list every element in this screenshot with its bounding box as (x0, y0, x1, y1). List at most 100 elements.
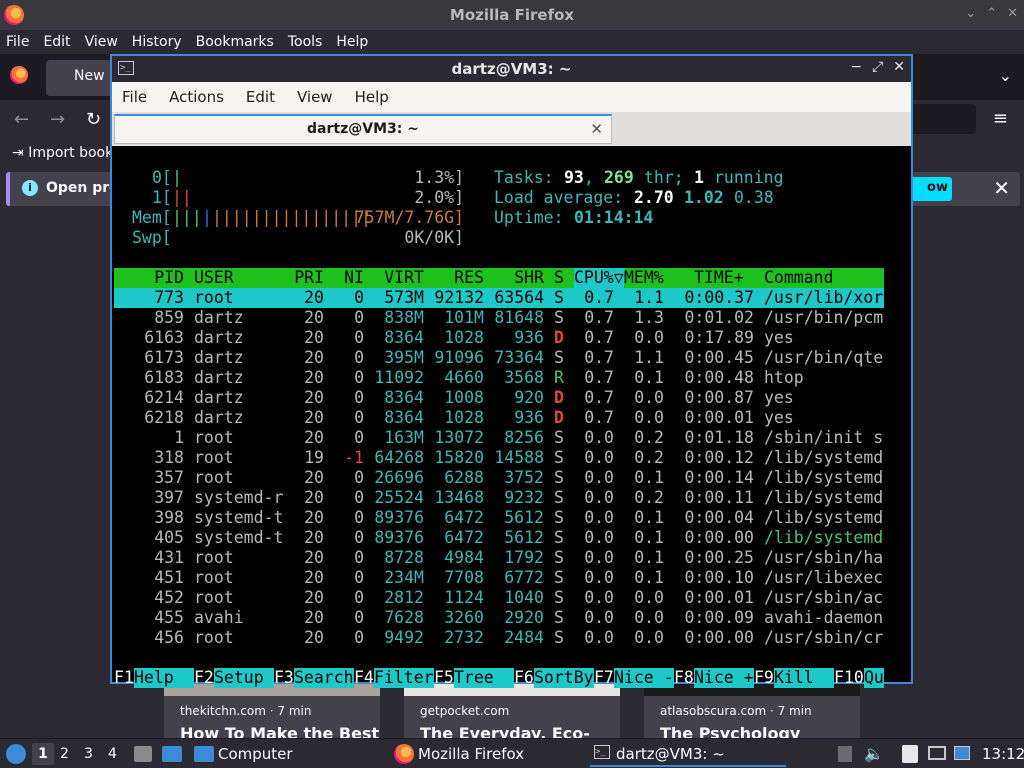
list-all-tabs-chevron-icon[interactable]: ⌄ (999, 66, 1012, 85)
process-row[interactable]: 6163 dartz 20 0 8364 1028 936 D 0.7 0.0 0:17.89 yes (114, 328, 884, 348)
process-row[interactable]: 431 root 20 0 8728 4984 1792 S 0.0 0.1 0:00.25/usr… (114, 548, 884, 568)
cell-s: S (554, 508, 564, 527)
clipboard-icon[interactable] (902, 745, 918, 763)
fkey-label: Tree (454, 668, 514, 688)
menu-edit[interactable]: Edit (43, 34, 70, 50)
terminal-tabbar: dartz@VM3: ~ ✕ (112, 112, 911, 146)
taskbar-item-computer[interactable]: Computer (194, 743, 384, 767)
maximize-icon[interactable]: ⌃ (986, 6, 997, 21)
story-card[interactable]: thekitchn.com · 7 min How To Make the Be… (164, 684, 380, 738)
forward-arrow-icon[interactable]: → (50, 109, 65, 130)
process-row[interactable]: 6218 dartz 20 0 8364 1028 936 D 0.7 0.0 0:00.01 yes (114, 408, 884, 428)
network-icon[interactable] (928, 746, 946, 760)
terminal-tab-close-icon[interactable]: ✕ (590, 120, 603, 138)
menu-view[interactable]: View (85, 34, 118, 50)
maximize-icon[interactable]: ⤢ (872, 59, 883, 75)
process-table-header: PID USER PRI NI VIRT RES SHR S CPU%▽ MEM… (114, 268, 884, 288)
fkey-f10[interactable]: F10 Qu (834, 668, 884, 688)
terminal-menu-edit[interactable]: Edit (246, 88, 275, 106)
fkey-f2[interactable]: F2 Setup (194, 668, 274, 688)
fkey-f5[interactable]: F5 Tree (434, 668, 514, 688)
fkey-label: Setup (214, 668, 274, 688)
hamburger-menu-icon[interactable]: ≡ (993, 108, 1008, 129)
menu-history[interactable]: History (132, 34, 182, 50)
col-pri[interactable]: PRI (284, 268, 324, 288)
story-card[interactable]: atlasobscura.com · 7 min The Psychology (644, 684, 860, 738)
htop-screen[interactable]: 0[ | 1.3%] 1[ || 2.0%] Mem[ ||| | ||||||… (114, 148, 909, 688)
process-row[interactable]: 1 root 20 0 163M 13072 8256 S 0.0 0.2 0:01.18/sbin… (114, 428, 884, 448)
volume-icon[interactable]: 🔈 (864, 744, 884, 763)
cell-cpu: 0.0 (584, 628, 614, 647)
menu-bookmarks[interactable]: Bookmarks (196, 34, 274, 50)
fkey-f8[interactable]: F8 Nice + (674, 668, 754, 688)
close-icon[interactable]: ✕ (1007, 6, 1018, 21)
workspace-4[interactable]: 4 (108, 746, 117, 762)
uptime-label: Uptime: (494, 208, 564, 227)
menu-tools[interactable]: Tools (288, 34, 323, 50)
infobar-action-button[interactable]: ow (910, 177, 952, 201)
workspace-3[interactable]: 3 (84, 746, 93, 762)
fkey-f1[interactable]: F1 Help (114, 668, 194, 688)
scroll-indicator-icon[interactable] (838, 746, 852, 762)
process-row[interactable]: 859 dartz 20 0 838M 101M 81648 S 0.7 1.3 0:01.02/u… (114, 308, 884, 328)
col-mem[interactable]: MEM% (624, 268, 664, 288)
terminal-menu-help[interactable]: Help (355, 88, 389, 106)
col-ni[interactable]: NI (334, 268, 364, 288)
terminal-titlebar[interactable]: >_ dartz@VM3: ~ − ⤢ ✕ (112, 56, 911, 82)
process-row[interactable]: 357 root 20 0 26696 6288 3752 S 0.0 0.1 0:00.14/li… (114, 468, 884, 488)
import-bookmarks-link[interactable]: ⇥ Import book (12, 145, 113, 161)
terminal-tab[interactable]: dartz@VM3: ~ ✕ (114, 114, 612, 144)
minimize-icon[interactable]: ⌄ (965, 6, 976, 21)
process-row[interactable]: 456 root 20 0 9492 2732 2484 S 0.0 0.0 0:00.00/usr… (114, 628, 884, 648)
minimize-icon[interactable]: − (850, 59, 862, 75)
menu-file[interactable]: File (6, 34, 29, 50)
col-virt[interactable]: VIRT (364, 268, 424, 288)
tab-new-tab[interactable]: New (46, 60, 116, 96)
process-row[interactable]: 773 root 20 0 573M 92132 63564 S 0.7 1.1 0:00.37/u… (114, 288, 884, 308)
process-row[interactable]: 405 systemd-t 20 0 89376 6472 5612 S 0.0 0.1 0:00.… (114, 528, 884, 548)
show-desktop-icon[interactable] (162, 746, 182, 762)
fkey-f7[interactable]: F7 Nice - (594, 668, 674, 688)
cell-res: 4660 (444, 368, 484, 387)
col-user[interactable]: USER (194, 268, 234, 288)
taskbar-item-firefox[interactable]: Mozilla Firefox (392, 743, 582, 767)
fkey-f4[interactable]: F4 Filter (354, 668, 434, 688)
close-icon[interactable]: ✕ (893, 59, 905, 75)
process-row[interactable]: 6183 dartz 20 0 11092 4660 3568 R 0.7 0.1 0:00.48 h… (114, 368, 884, 388)
firefox-view-icon[interactable] (10, 66, 28, 84)
process-row[interactable]: 452 root 20 0 2812 1124 1040 S 0.0 0.0 0:00.01/usr… (114, 588, 884, 608)
process-row[interactable]: 397 systemd-r 20 0 25524 13468 9232 S 0.0 0.2 0:00… (114, 488, 884, 508)
terminal-menu-file[interactable]: File (122, 88, 147, 106)
process-row[interactable]: 451 root 20 0 234M 7708 6772 S 0.0 0.1 0:00.10/usr… (114, 568, 884, 588)
workspace-2[interactable]: 2 (60, 746, 69, 762)
process-row[interactable]: 318 root 19 -1 64268 15820 14588 S 0.0 0.2 0:00.12… (114, 448, 884, 468)
terminal-menu-actions[interactable]: Actions (169, 88, 224, 106)
col-res[interactable]: RES (424, 268, 484, 288)
process-row[interactable]: 6214 dartz 20 0 8364 1008 920 D 0.7 0.0 0:00.87 yes (114, 388, 884, 408)
menu-help[interactable]: Help (336, 34, 368, 50)
cell-virt: 8364 (384, 328, 424, 347)
reload-icon[interactable]: ↻ (86, 109, 101, 130)
terminal-menu-view[interactable]: View (297, 88, 333, 106)
story-card[interactable]: getpocket.com The Everyday, Eco- (404, 684, 620, 738)
notification-icon[interactable] (954, 746, 970, 760)
col-cpu-sorted[interactable]: CPU%▽ (574, 268, 624, 288)
process-row[interactable]: 398 systemd-t 20 0 89376 6472 5612 S 0.0 0.1 0:00.… (114, 508, 884, 528)
fkey-f9[interactable]: F9 Kill (754, 668, 834, 688)
infobar-close-icon[interactable]: ✕ (993, 176, 1010, 200)
col-state[interactable]: S (554, 268, 564, 288)
terminal-window[interactable]: >_ dartz@VM3: ~ − ⤢ ✕ File Actions Edit … (110, 54, 913, 688)
fkey-f6[interactable]: F6 SortBy (514, 668, 594, 688)
workspace-1[interactable]: 1 (32, 743, 54, 765)
col-pid[interactable]: PID (124, 268, 184, 288)
col-command[interactable]: Command (764, 268, 834, 288)
fkey-f3[interactable]: F3 Search (274, 668, 354, 688)
process-row[interactable]: 6173 dartz 20 0 395M 91096 73364 S 0.7 1.1 0:00.45… (114, 348, 884, 368)
process-row[interactable]: 455 avahi 20 0 7628 3260 2920 S 0.0 0.0 0:00.09 ava… (114, 608, 884, 628)
file-manager-icon[interactable] (134, 746, 152, 762)
col-time[interactable]: TIME+ (694, 268, 744, 288)
taskbar-item-terminal[interactable]: >_ dartz@VM3: ~ (590, 741, 786, 767)
col-shr[interactable]: SHR (484, 268, 544, 288)
back-arrow-icon[interactable]: ← (14, 109, 29, 130)
app-menu-icon[interactable] (6, 744, 26, 764)
